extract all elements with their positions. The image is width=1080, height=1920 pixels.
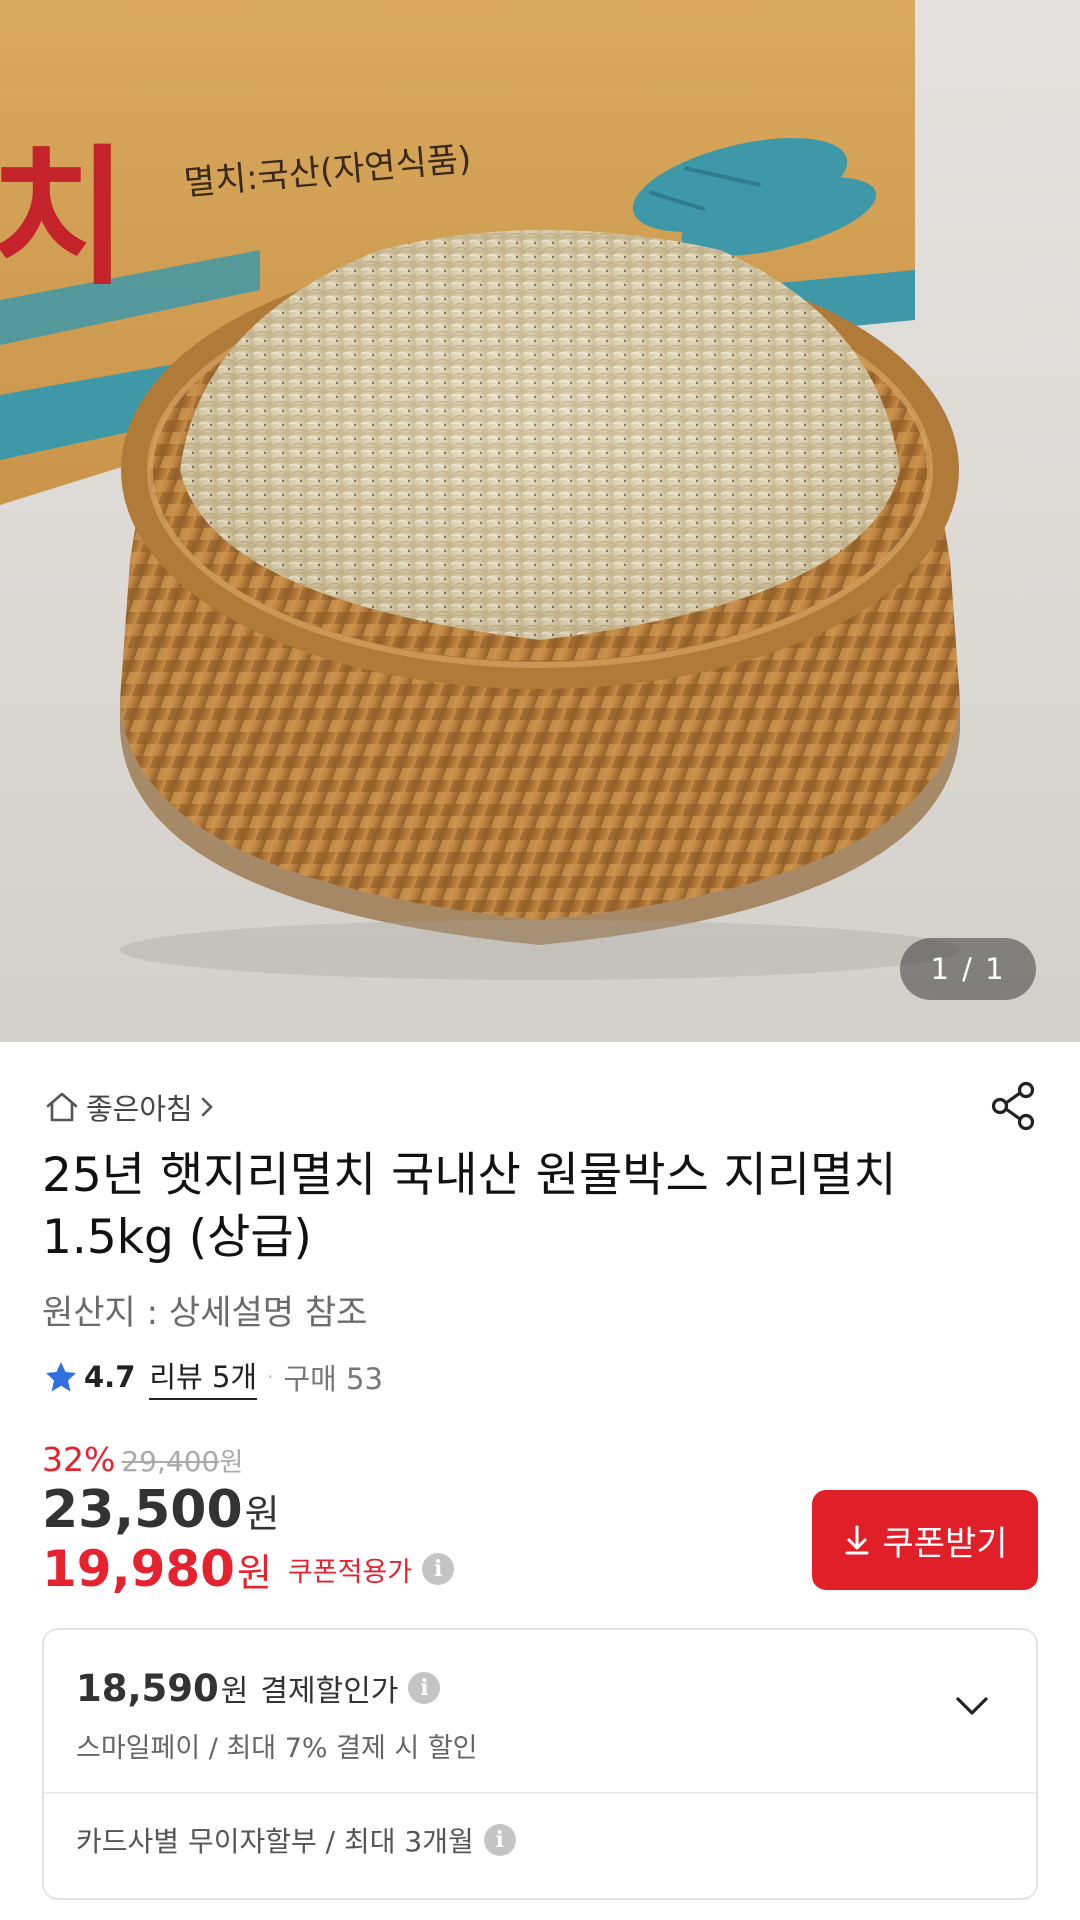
product-photo: 치 멸치:국산(자연식품)	[0, 0, 960, 980]
image-counter: 1 / 1	[900, 938, 1036, 1000]
sale-price: 23,500	[42, 1480, 243, 1540]
product-image[interactable]: 치 멸치:국산(자연식품) 1 / 1	[0, 0, 1080, 1042]
get-coupon-button[interactable]: 쿠폰받기	[812, 1490, 1038, 1590]
coupon-price: 19,980	[42, 1540, 235, 1598]
sale-price-row: 23,500 원	[42, 1480, 280, 1540]
rating-score: 4.7	[84, 1360, 136, 1394]
divider	[44, 1792, 1036, 1794]
payment-price-label: 결제할인가	[260, 1674, 399, 1709]
payment-price-unit: 원	[220, 1674, 249, 1709]
discount-rate: 32%	[42, 1440, 116, 1479]
product-title-line2: 1.5kg (상급)	[42, 1210, 312, 1265]
sale-price-unit: 원	[244, 1492, 280, 1536]
get-coupon-label: 쿠폰받기	[882, 1523, 1008, 1564]
product-title-line1: 25년 햇지리멸치 국내산 원물박스 지리멸치	[42, 1148, 897, 1203]
info-icon[interactable]: i	[408, 1672, 441, 1704]
discount-row: 32% 29,400 원	[42, 1440, 243, 1479]
payment-discount-toggle[interactable]: 18,590 원 결제할인가 i 스마일페이 / 최대 7% 결제 시 할인	[44, 1630, 1036, 1792]
original-price: 29,400	[121, 1445, 220, 1478]
installment-text: 카드사별 무이자할부 / 최대 3개월	[76, 1825, 474, 1858]
coupon-price-row: 19,980 원 쿠폰적용가 i	[42, 1540, 455, 1598]
share-icon	[991, 1081, 1035, 1131]
original-price-unit: 원	[219, 1448, 244, 1478]
info-icon[interactable]: i	[422, 1553, 455, 1585]
payment-price: 18,590	[76, 1666, 219, 1710]
download-icon	[845, 1525, 869, 1555]
store-name: 좋은아침	[86, 1092, 193, 1126]
purchase-count: 구매 53	[283, 1362, 383, 1396]
share-button[interactable]	[986, 1078, 1042, 1134]
chevron-right-icon	[199, 1093, 215, 1121]
chevron-down-icon[interactable]	[952, 1686, 992, 1730]
coupon-price-label: 쿠폰적용가	[287, 1556, 413, 1588]
product-title: 25년 햇지리멸치 국내산 원물박스 지리멸치 1.5kg (상급)	[42, 1145, 1032, 1269]
star-icon	[44, 1360, 78, 1394]
installment-row: 카드사별 무이자할부 / 최대 3개월 i	[76, 1820, 516, 1860]
home-icon	[44, 1089, 80, 1125]
info-icon[interactable]: i	[483, 1824, 516, 1856]
review-link[interactable]: 리뷰 5개	[149, 1354, 258, 1400]
payment-desc: 스마일페이 / 최대 7% 결제 시 할인	[76, 1733, 478, 1764]
svg-text:치: 치	[0, 132, 128, 306]
separator-dot: ·	[267, 1365, 274, 1389]
payment-discount-box: 18,590 원 결제할인가 i 스마일페이 / 최대 7% 결제 시 할인 카…	[42, 1628, 1038, 1900]
coupon-price-unit: 원	[236, 1550, 272, 1595]
rating-row: 4.7 리뷰 5개 · 구매 53	[44, 1354, 383, 1400]
product-origin: 원산지 : 상세설명 참조	[42, 1293, 368, 1333]
store-link[interactable]: 좋은아침	[44, 1085, 215, 1129]
